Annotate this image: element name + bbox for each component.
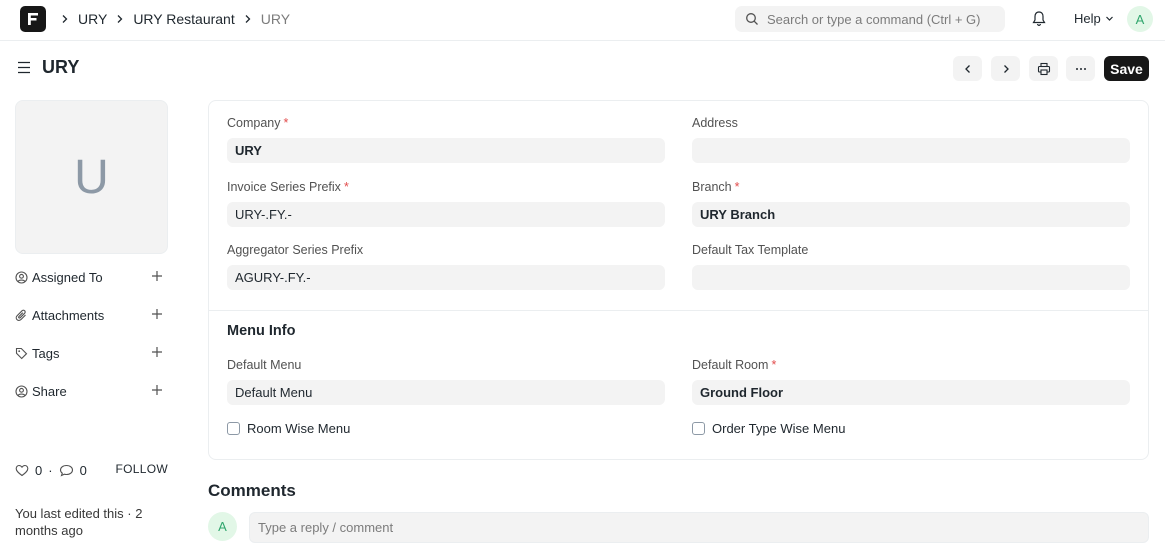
default-tax-template-label: Default Tax Template	[692, 243, 809, 257]
sidebar-item-label: Share	[32, 383, 67, 399]
chevron-down-icon	[1105, 16, 1113, 21]
breadcrumb-item[interactable]: URY Restaurant	[133, 11, 234, 27]
save-button[interactable]: Save	[1104, 56, 1149, 81]
comment-icon	[59, 464, 73, 477]
breadcrumb-item[interactable]: URY	[78, 11, 107, 27]
chevron-right-icon	[115, 14, 125, 24]
default-room-field[interactable]: Ground Floor	[692, 380, 1130, 405]
previous-doc-button[interactable]	[953, 56, 982, 81]
next-doc-button[interactable]	[991, 56, 1020, 81]
default-menu-label: Default Menu	[227, 358, 302, 372]
plus-icon[interactable]	[151, 384, 163, 396]
doc-image-placeholder[interactable]: U	[15, 100, 168, 254]
default-room-label-text: Default Room	[692, 358, 769, 372]
help-dropdown[interactable]: Help	[1074, 11, 1114, 26]
address-label: Address	[692, 116, 738, 130]
room-wise-menu-label: Room Wise Menu	[247, 421, 351, 436]
navbar: URY URY Restaurant URY Search or type a …	[0, 0, 1165, 41]
branch-field[interactable]: URY Branch	[692, 202, 1130, 227]
share-icon	[15, 384, 28, 398]
image-initial: U	[74, 150, 109, 204]
aggregator-series-prefix-label: Aggregator Series Prefix	[227, 243, 364, 257]
comment-input[interactable]: Type a reply / comment	[249, 512, 1149, 543]
breadcrumb: URY URY Restaurant URY	[58, 0, 296, 38]
sidebar-item-attachments[interactable]: Attachments	[15, 305, 168, 325]
sidebar-toggle-button[interactable]	[16, 60, 32, 78]
printer-icon	[1037, 62, 1050, 75]
assign-icon	[15, 270, 28, 284]
plus-icon[interactable]	[151, 308, 163, 320]
comments-heading: Comments	[208, 481, 296, 500]
company-label-text: Company	[227, 116, 281, 130]
tag-icon	[15, 347, 28, 359]
notifications-button[interactable]	[1031, 10, 1047, 30]
required-marker: *	[283, 116, 289, 130]
page-title: URY	[42, 57, 80, 77]
bell-icon	[1032, 11, 1046, 27]
room-wise-menu-checkbox[interactable]	[227, 422, 240, 435]
more-actions-button[interactable]	[1066, 56, 1095, 81]
order-type-wise-menu-checkbox[interactable]	[692, 422, 705, 435]
form-card: Company * URY Invoice Series Prefix * URY-…	[208, 100, 1149, 460]
order-type-wise-menu-row[interactable]: Order Type Wise Menu	[692, 421, 845, 436]
user-avatar[interactable]: A	[1127, 6, 1153, 32]
heart-icon[interactable]	[15, 464, 29, 477]
hamburger-menu-icon	[18, 61, 30, 74]
plus-icon[interactable]	[151, 346, 163, 358]
branch-label: Branch *	[692, 180, 739, 194]
branch-label-text: Branch	[692, 180, 732, 194]
frappe-logo-icon	[28, 13, 38, 25]
company-label: Company *	[227, 116, 288, 130]
search-input[interactable]: Search or type a command (Ctrl + G)	[767, 12, 981, 27]
chevron-right-icon	[60, 14, 70, 24]
section-title-menu-info[interactable]: Menu Info	[227, 323, 295, 339]
order-type-wise-menu-label: Order Type Wise Menu	[712, 421, 846, 436]
separator-dot: ·	[48, 462, 53, 478]
room-wise-menu-row[interactable]: Room Wise Menu	[227, 421, 350, 436]
sidebar-item-label: Tags	[32, 345, 60, 361]
likes-count: 0	[35, 462, 43, 478]
default-tax-template-field[interactable]	[692, 265, 1130, 290]
chevron-left-icon	[964, 64, 970, 73]
sidebar-item-label: Attachments	[32, 307, 105, 323]
sidebar-item-share[interactable]: Share	[15, 381, 168, 401]
last-edited-text: You last edited this · 2 months ago	[15, 506, 143, 538]
sidebar-item-assigned-to[interactable]: Assigned To	[15, 267, 168, 287]
default-room-label: Default Room *	[692, 358, 776, 372]
invoice-series-prefix-label: Invoice Series Prefix *	[227, 180, 349, 194]
search-icon	[746, 13, 758, 25]
ellipsis-icon	[1075, 67, 1086, 70]
sidebar-item-tags[interactable]: Tags	[15, 343, 168, 363]
print-button[interactable]	[1029, 56, 1058, 81]
breadcrumb-current[interactable]: URY	[261, 11, 290, 27]
social-stats: 0 · 0 FOLLOW	[15, 462, 168, 478]
required-marker: *	[771, 358, 777, 372]
sidebar-item-label: Assigned To	[32, 269, 103, 285]
plus-icon[interactable]	[151, 270, 163, 282]
app-logo[interactable]	[20, 6, 46, 32]
comments-count: 0	[79, 462, 87, 478]
address-field[interactable]	[692, 138, 1130, 163]
required-marker: *	[343, 180, 349, 194]
comment-avatar: A	[208, 512, 237, 541]
aggregator-series-prefix-field[interactable]: AGURY-.FY.-	[227, 265, 665, 290]
search-bar[interactable]: Search or type a command (Ctrl + G)	[735, 6, 1005, 32]
required-marker: *	[734, 180, 740, 194]
follow-button[interactable]: FOLLOW	[116, 462, 168, 476]
default-menu-field[interactable]: Default Menu	[227, 380, 665, 405]
paperclip-icon	[15, 309, 26, 321]
section-divider	[209, 310, 1148, 311]
company-field[interactable]: URY	[227, 138, 665, 163]
help-label: Help	[1074, 11, 1101, 26]
invoice-series-prefix-field[interactable]: URY-.FY.-	[227, 202, 665, 227]
chevron-right-icon	[1003, 64, 1009, 73]
invoice-series-prefix-label-text: Invoice Series Prefix	[227, 180, 341, 194]
chevron-right-icon	[243, 14, 253, 24]
